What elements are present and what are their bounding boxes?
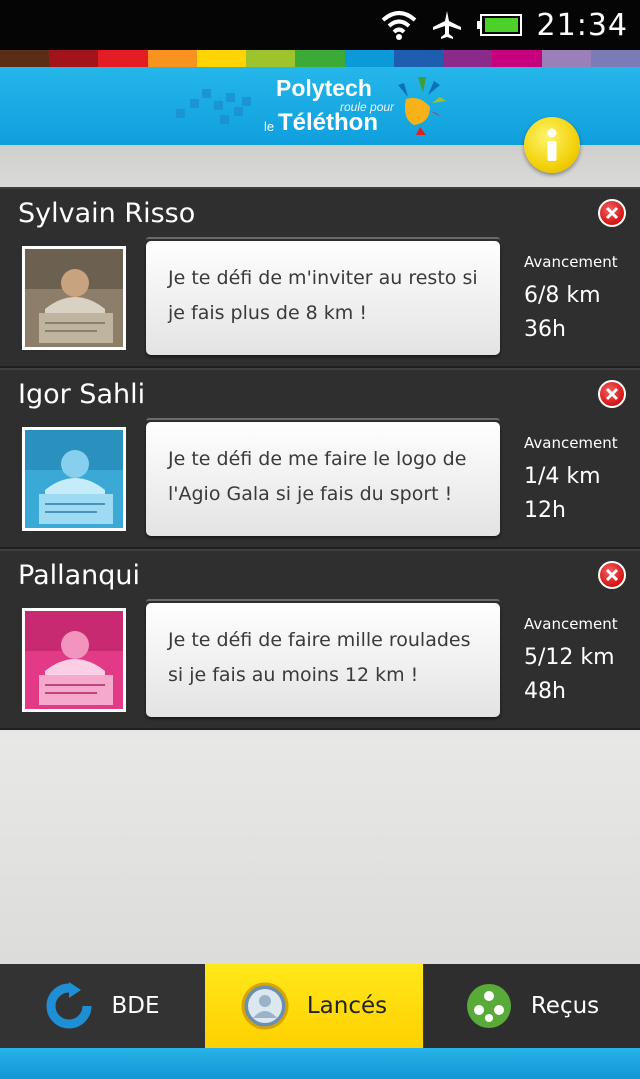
challenge-name: Igor Sahli: [18, 379, 146, 410]
color-swatch: [49, 50, 99, 67]
clock: 21:34: [536, 7, 628, 43]
challenge-message: Je te défi de me faire le logo de l'Agio…: [146, 422, 500, 536]
tab-label: Lancés: [306, 993, 388, 1019]
tab-bde[interactable]: BDE: [0, 964, 205, 1048]
progress-distance: 5/12 km: [524, 645, 615, 670]
airplane-icon: [431, 9, 463, 41]
progress-time: 48h: [524, 679, 566, 704]
challenge-name: Sylvain Risso: [18, 198, 196, 229]
battery-icon: [476, 13, 523, 37]
color-strip: [0, 50, 640, 67]
bottom-tab-bar: BDE Lancés Reçus: [0, 964, 640, 1048]
color-swatch: [541, 50, 591, 67]
close-icon: [605, 387, 619, 401]
challenge-list: Sylvain Risso Je te défi de m'inviter au…: [0, 187, 640, 730]
color-swatch: [344, 50, 394, 67]
delete-button[interactable]: [598, 199, 626, 227]
challenge-card: Pallanqui Je te défi de faire mille roul…: [0, 549, 640, 730]
avatar: [22, 246, 126, 350]
avatar: [22, 427, 126, 531]
progress-time: 12h: [524, 498, 566, 523]
telethon-logo-icon: [398, 77, 446, 135]
tab-lances[interactable]: Lancés: [205, 964, 423, 1048]
user-icon: [241, 982, 289, 1030]
delete-button[interactable]: [598, 561, 626, 589]
status-bar: 21:34: [0, 0, 640, 50]
tab-label: Reçus: [530, 993, 600, 1019]
refresh-icon: [47, 982, 92, 1029]
challenge-name: Pallanqui: [18, 560, 141, 591]
info-button[interactable]: [524, 117, 580, 173]
challenge-card: Igor Sahli Je te défi de me faire le log…: [0, 368, 640, 549]
wifi-icon: [381, 10, 417, 40]
color-swatch: [147, 50, 197, 67]
color-swatch: [98, 50, 148, 67]
close-icon: [605, 568, 619, 582]
progress-label: Avancement: [524, 615, 618, 633]
app-logo: Polytech roule pour le Téléthon: [262, 71, 462, 141]
progress-label: Avancement: [524, 253, 618, 271]
tab-label: BDE: [111, 993, 160, 1019]
color-swatch: [590, 50, 640, 67]
color-swatch: [492, 50, 542, 67]
info-icon: [547, 128, 557, 161]
color-swatch: [295, 50, 345, 67]
bottom-accent-bar: [0, 1048, 640, 1079]
color-swatch: [246, 50, 296, 67]
color-swatch: [393, 50, 444, 67]
challenge-message: Je te défi de m'inviter au resto si je f…: [146, 241, 500, 355]
avatar: [22, 608, 126, 712]
progress-time: 36h: [524, 317, 566, 342]
progress-distance: 6/8 km: [524, 283, 601, 308]
color-swatch: [196, 50, 247, 67]
group-icon: [466, 984, 511, 1028]
color-swatch: [443, 50, 493, 67]
progress-label: Avancement: [524, 434, 618, 452]
close-icon: [605, 206, 619, 220]
color-swatch: [0, 50, 50, 67]
challenge-message: Je te défi de faire mille roulades si je…: [146, 603, 500, 717]
tab-recus[interactable]: Reçus: [423, 964, 640, 1048]
empty-background: [0, 733, 640, 964]
challenge-card: Sylvain Risso Je te défi de m'inviter au…: [0, 187, 640, 368]
delete-button[interactable]: [598, 380, 626, 408]
progress-distance: 1/4 km: [524, 464, 601, 489]
